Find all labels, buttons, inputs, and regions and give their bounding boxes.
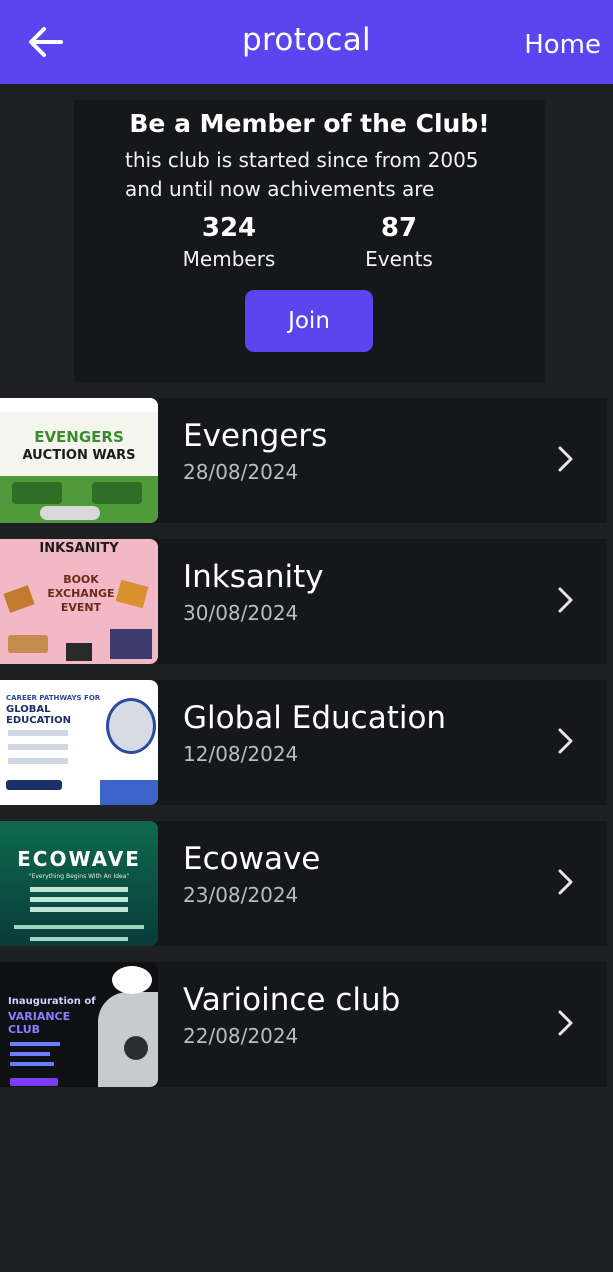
- event-thumbnail: ECOWAVE "Everything Begins With An Idea": [0, 821, 158, 946]
- membership-card: Be a Member of the Club! this club is st…: [74, 100, 545, 382]
- event-name: Global Education: [183, 700, 447, 736]
- chevron-right-icon: [558, 728, 573, 754]
- event-date: 28/08/2024: [183, 460, 299, 484]
- event-row-ecowave[interactable]: ECOWAVE "Everything Begins With An Idea"…: [0, 821, 607, 946]
- event-thumbnail: EVENGERS AUCTION WARS: [0, 398, 158, 523]
- event-name: Inksanity: [183, 559, 324, 595]
- event-row-global-education[interactable]: CAREER PATHWAYS FOR GLOBAL EDUCATION Glo…: [0, 680, 607, 805]
- event-thumbnail: Inauguration of VARIANCE CLUB: [0, 962, 158, 1087]
- event-date: 30/08/2024: [183, 601, 299, 625]
- event-name: Evengers: [183, 418, 328, 454]
- home-button[interactable]: Home: [524, 30, 601, 60]
- join-button[interactable]: Join: [245, 290, 373, 352]
- event-row-inksanity[interactable]: INKSANITY BOOK EXCHANGE EVENT Inksanity …: [0, 539, 607, 664]
- events-count: 87: [380, 213, 418, 243]
- event-date: 22/08/2024: [183, 1024, 299, 1048]
- members-label: Members: [182, 247, 276, 271]
- membership-description-line-2: and until now achivements are: [125, 177, 435, 201]
- event-date: 12/08/2024: [183, 742, 299, 766]
- page-title: protocal: [242, 22, 371, 58]
- chevron-right-icon: [558, 587, 573, 613]
- membership-title: Be a Member of the Club!: [129, 109, 490, 138]
- members-count: 324: [201, 213, 257, 243]
- event-name: Varioince club: [183, 982, 401, 1018]
- chevron-right-icon: [558, 446, 573, 472]
- event-row-varioince-club[interactable]: Inauguration of VARIANCE CLUB Varioince …: [0, 962, 607, 1087]
- chevron-right-icon: [558, 869, 573, 895]
- event-name: Ecowave: [183, 841, 321, 877]
- membership-description-line-1: this club is started since from 2005: [125, 148, 479, 172]
- event-date: 23/08/2024: [183, 883, 299, 907]
- event-thumbnail: CAREER PATHWAYS FOR GLOBAL EDUCATION: [0, 680, 158, 805]
- app-bar: protocal Home: [0, 0, 613, 84]
- event-thumbnail: INKSANITY BOOK EXCHANGE EVENT: [0, 539, 158, 664]
- chevron-right-icon: [558, 1010, 573, 1036]
- event-row-evengers[interactable]: EVENGERS AUCTION WARS Evengers 28/08/202…: [0, 398, 607, 523]
- events-label: Events: [365, 247, 433, 271]
